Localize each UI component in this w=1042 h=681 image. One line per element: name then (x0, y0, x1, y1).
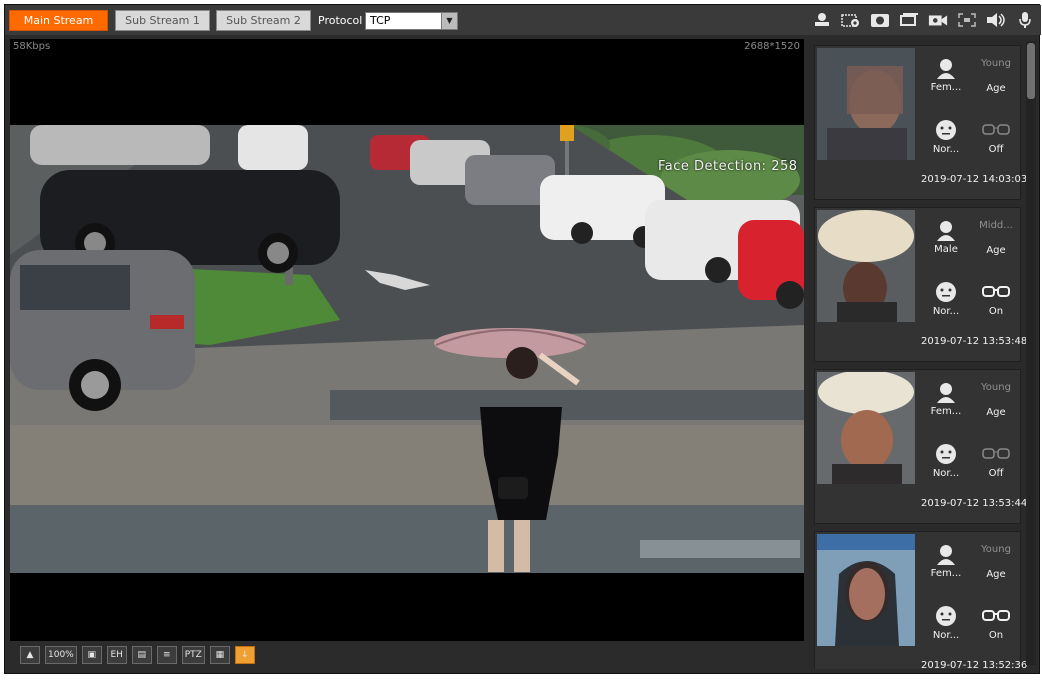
age-value: Young (981, 544, 1011, 555)
person-icon (921, 56, 971, 80)
app-window: Main Stream Sub Stream 1 Sub Stream 2 Pr… (4, 4, 1041, 674)
face-icon (921, 604, 971, 628)
face-detection-overlay: Face Detection: 258 (658, 159, 798, 174)
ptz-button[interactable]: PTZ (181, 646, 205, 664)
expression-label: Nor... (932, 306, 960, 317)
glasses-attr: Off (971, 442, 1021, 479)
face-icon (921, 442, 971, 466)
glasses-icon (971, 442, 1021, 466)
expression-label: Nor... (932, 468, 960, 479)
ratio-button[interactable]: ▤ (131, 646, 152, 664)
face-thumbnail (817, 210, 915, 322)
face-thumbnail (817, 534, 915, 646)
glasses-icon (971, 604, 1021, 628)
capture-time: 2019-07-12 13:53:44 (921, 498, 1028, 509)
glasses-label: Off (988, 468, 1004, 479)
capture-time: 2019-07-12 13:53:48 (921, 336, 1028, 347)
gender-attr: Fem... (921, 56, 971, 93)
glasses-icon (971, 280, 1021, 304)
face-capture-panel: Fem... Young Age Nor... Off 2019-07-12 1… (808, 39, 1038, 669)
video-control-bar: ▲ 100% ▣ EH ▤ ≡ PTZ ▦ ↓ (10, 641, 804, 669)
age-attr: Young Age (971, 56, 1021, 94)
face-card[interactable]: Fem... Young Age Nor... On 2019-07-12 13… (814, 531, 1028, 669)
glasses-label: On (988, 306, 1004, 317)
glasses-label: Off (988, 144, 1004, 155)
gender-label: Fem... (930, 82, 962, 93)
sub-stream-2-button[interactable]: Sub Stream 2 (216, 10, 311, 31)
glasses-attr: On (971, 280, 1021, 317)
record-icon[interactable] (928, 11, 948, 29)
expression-attr: Nor... (921, 280, 971, 317)
main-stream-button[interactable]: Main Stream (9, 10, 108, 31)
age-label: Age (986, 245, 1006, 256)
glasses-label: On (988, 630, 1004, 641)
face-thumbnail (817, 372, 915, 484)
rule-overlay-button[interactable]: ▦ (209, 646, 230, 664)
face-card[interactable]: Male Midd... Age Nor... On 2019-07-12 13… (814, 207, 1028, 362)
bitrate-readout: 58Kbps (13, 41, 51, 52)
age-label: Age (986, 569, 1006, 580)
eh-button[interactable]: EH (106, 646, 127, 664)
top-toolbar: Main Stream Sub Stream 1 Sub Stream 2 Pr… (5, 5, 1041, 35)
download-button[interactable]: ↓ (234, 646, 255, 664)
zoom-button[interactable]: ▣ (81, 646, 102, 664)
capture-time: 2019-07-12 13:52:36 (921, 660, 1028, 669)
flip-button[interactable]: ≡ (156, 646, 177, 664)
gender-attr: Fem... (921, 542, 971, 579)
top-icon-bar (812, 9, 1035, 31)
age-attr: Young Age (971, 380, 1021, 418)
local-record-icon[interactable] (812, 11, 832, 29)
image-adjust-button[interactable]: ▲ (20, 646, 40, 664)
age-label: Age (986, 407, 1006, 418)
resolution-readout: 2688*1520 (744, 41, 800, 52)
snapshot-settings-icon[interactable] (841, 11, 861, 29)
expression-label: Nor... (932, 144, 960, 155)
person-icon (921, 542, 971, 566)
face-icon (921, 280, 971, 304)
expression-attr: Nor... (921, 118, 971, 155)
face-card[interactable]: Fem... Young Age Nor... Off 2019-07-12 1… (814, 45, 1028, 200)
expression-attr: Nor... (921, 442, 971, 479)
gender-label: Fem... (930, 406, 962, 417)
protocol-label: Protocol (318, 14, 363, 27)
original-size-button[interactable]: 100% (45, 646, 77, 664)
age-attr: Midd... Age (971, 218, 1021, 256)
snapshot-icon[interactable] (870, 11, 890, 29)
side-panel-scrollbar[interactable] (1026, 41, 1036, 665)
audio-icon[interactable] (986, 11, 1006, 29)
sub-stream-1-button[interactable]: Sub Stream 1 (115, 10, 210, 31)
capture-time: 2019-07-12 14:03:03 (921, 174, 1028, 185)
age-value: Young (981, 58, 1011, 69)
gender-attr: Fem... (921, 380, 971, 417)
age-value: Midd... (979, 220, 1013, 231)
gender-label: Fem... (930, 568, 962, 579)
microphone-icon[interactable] (1015, 11, 1035, 29)
glasses-icon (971, 118, 1021, 142)
person-icon (921, 218, 971, 242)
live-video-panel[interactable]: 58Kbps 2688*1520 Face Detection: 258 (10, 39, 804, 641)
chevron-down-icon[interactable]: ▼ (441, 13, 457, 29)
expression-attr: Nor... (921, 604, 971, 641)
scrollbar-thumb[interactable] (1027, 43, 1035, 99)
triple-snapshot-icon[interactable] (899, 11, 919, 29)
glasses-attr: On (971, 604, 1021, 641)
age-value: Young (981, 382, 1011, 393)
camera-scene: Face Detection: 258 (10, 125, 804, 573)
age-label: Age (986, 83, 1006, 94)
person-icon (921, 380, 971, 404)
face-icon (921, 118, 971, 142)
expression-label: Nor... (932, 630, 960, 641)
face-card[interactable]: Fem... Young Age Nor... Off 2019-07-12 1… (814, 369, 1028, 524)
glasses-attr: Off (971, 118, 1021, 155)
fullscreen-icon[interactable] (957, 11, 977, 29)
age-attr: Young Age (971, 542, 1021, 580)
gender-label: Male (934, 244, 958, 255)
protocol-select[interactable]: TCP ▼ (365, 12, 458, 30)
face-thumbnail (817, 48, 915, 160)
protocol-value: TCP (370, 14, 391, 27)
gender-attr: Male (921, 218, 971, 255)
